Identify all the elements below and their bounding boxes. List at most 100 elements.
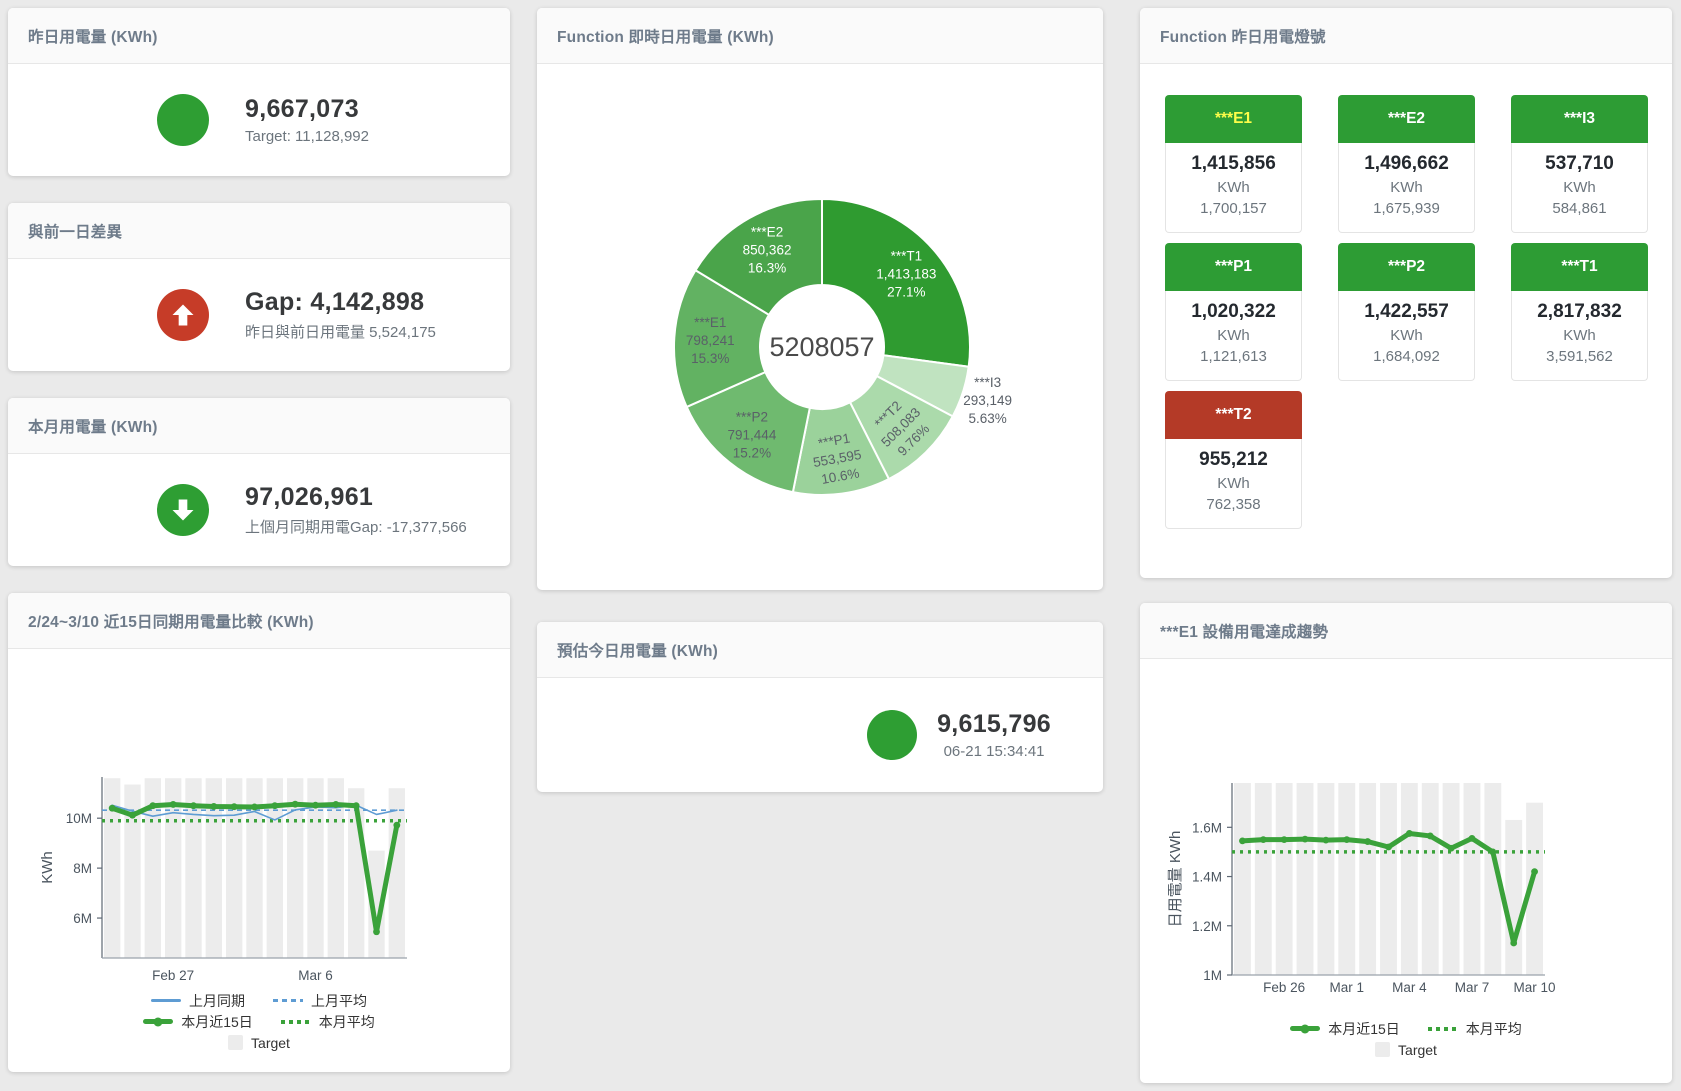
kpi-value: 9,667,073 [245, 95, 369, 124]
target-bar[interactable] [1297, 783, 1314, 975]
realtime-donut-chart[interactable]: ***T11,413,18327.1%***I3293,1495.63%***T… [537, 64, 1103, 590]
data-point[interactable] [353, 802, 360, 809]
data-point[interactable] [210, 803, 217, 810]
light-tile-E2[interactable]: ***E21,496,662KWh1,675,939 [1338, 95, 1475, 233]
data-point[interactable] [373, 928, 380, 935]
tile-target: 762,358 [1166, 494, 1301, 515]
data-point[interactable] [271, 802, 278, 809]
legend-label: 本月近15日 [1328, 1019, 1400, 1039]
data-point[interactable] [332, 801, 339, 808]
target-bar[interactable] [1276, 783, 1293, 975]
svg-text:15.3%: 15.3% [691, 351, 729, 366]
data-point[interactable] [1385, 844, 1392, 851]
light-signal-tiles: ***E11,415,856KWh1,700,157 ***E21,496,662… [1165, 95, 1648, 529]
kpi-value: 9,615,796 [937, 710, 1051, 739]
tile-value: 1,496,662 [1339, 151, 1474, 177]
target-bar[interactable] [1338, 783, 1355, 975]
data-point[interactable] [1469, 835, 1476, 842]
legend-swatch-dashed [273, 999, 303, 1002]
card-month-usage: 本月用電量 (KWh) 97,026,961 上個月同期用電Gap: -17,3… [8, 398, 510, 566]
svg-text:850,362: 850,362 [743, 242, 792, 257]
legend-item[interactable]: 本月平均 [1428, 1019, 1522, 1039]
legend-swatch-thick [1290, 1026, 1320, 1031]
card-header: 昨日用電量 (KWh) [8, 8, 510, 64]
data-point[interactable] [1406, 830, 1413, 837]
legend-item[interactable]: 本月近15日 [143, 1012, 253, 1032]
legend-label: 本月平均 [319, 1012, 375, 1032]
data-point[interactable] [251, 804, 258, 811]
data-point[interactable] [1323, 837, 1330, 844]
tile-value: 1,415,856 [1166, 151, 1301, 177]
light-tile-T1[interactable]: ***T12,817,832KWh3,591,562 [1511, 243, 1648, 381]
data-point[interactable] [109, 805, 116, 812]
data-point[interactable] [292, 801, 299, 808]
card-header: 2/24~3/10 近15日同期用電量比較 (KWh) [8, 593, 510, 649]
legend-item[interactable]: Target [228, 1035, 290, 1051]
data-point[interactable] [1239, 837, 1246, 844]
data-point[interactable] [129, 812, 136, 819]
data-point[interactable] [190, 802, 197, 809]
tile-header: ***T1 [1511, 243, 1648, 291]
target-bar[interactable] [389, 788, 405, 958]
kpi-value: 97,026,961 [245, 483, 467, 512]
target-bar[interactable] [1359, 783, 1376, 975]
data-point[interactable] [1281, 836, 1288, 843]
tile-body: 1,422,557KWh1,684,092 [1338, 291, 1475, 381]
tile-header: ***P2 [1338, 243, 1475, 291]
data-point[interactable] [149, 802, 156, 809]
kpi-row: 9,615,796 06-21 15:34:41 [537, 678, 1103, 792]
data-point[interactable] [312, 802, 319, 809]
data-point[interactable] [231, 803, 238, 810]
tile-unit: KWh [1512, 177, 1647, 198]
legend-item[interactable]: 上月同期 [151, 991, 245, 1011]
light-tile-P2[interactable]: ***P21,422,557KWh1,684,092 [1338, 243, 1475, 381]
data-point[interactable] [1427, 833, 1434, 840]
svg-text:***E2: ***E2 [751, 224, 783, 239]
data-point[interactable] [1531, 868, 1538, 875]
target-bar[interactable] [1255, 783, 1272, 975]
tile-body: 1,496,662KWh1,675,939 [1338, 143, 1475, 233]
y-axis-label: 日用電量 KWh [1167, 831, 1184, 928]
target-bar[interactable] [1422, 783, 1439, 975]
tile-body: 955,212KWh762,358 [1165, 439, 1302, 529]
status-circle-icon [867, 710, 917, 760]
legend-item[interactable]: 上月平均 [273, 991, 367, 1011]
compare-line-chart[interactable]: 6M8M10MFeb 27Mar 6KWh [8, 649, 510, 1009]
tile-unit: KWh [1512, 325, 1647, 346]
light-tile-T2[interactable]: ***T2955,212KWh762,358 [1165, 391, 1302, 529]
tile-header: ***I3 [1511, 95, 1648, 143]
legend-item[interactable]: 本月平均 [281, 1012, 375, 1032]
e1-trend-line-chart[interactable]: 1M1.2M1.4M1.6MFeb 26Mar 1Mar 4Mar 7Mar 1… [1140, 659, 1672, 1029]
data-point[interactable] [1364, 838, 1371, 845]
target-bar[interactable] [1443, 783, 1460, 975]
target-bar[interactable] [1317, 783, 1334, 975]
kpi-subtext: Target: 11,128,992 [245, 128, 369, 145]
legend-label: 本月近15日 [181, 1012, 253, 1032]
target-bar[interactable] [1380, 783, 1397, 975]
data-point[interactable] [1302, 836, 1309, 843]
data-point[interactable] [1448, 845, 1455, 852]
tile-unit: KWh [1166, 177, 1301, 198]
kpi-value: Gap: 4,142,898 [245, 288, 436, 317]
data-point[interactable] [170, 801, 177, 808]
legend-item[interactable]: 本月近15日 [1290, 1019, 1400, 1039]
data-point[interactable] [1510, 940, 1517, 947]
target-bar[interactable] [1505, 820, 1522, 975]
x-tick-label: Feb 27 [152, 968, 194, 983]
light-tile-I3[interactable]: ***I3537,710KWh584,861 [1511, 95, 1648, 233]
tile-target: 1,121,613 [1166, 346, 1301, 367]
target-bar[interactable] [1234, 783, 1251, 975]
data-point[interactable] [1260, 836, 1267, 843]
data-point[interactable] [1489, 849, 1496, 856]
light-tile-E1[interactable]: ***E11,415,856KWh1,700,157 [1165, 95, 1302, 233]
target-bar[interactable] [1464, 783, 1481, 975]
data-point[interactable] [393, 822, 400, 829]
light-tile-P1[interactable]: ***P11,020,322KWh1,121,613 [1165, 243, 1302, 381]
tile-body: 1,020,322KWh1,121,613 [1165, 291, 1302, 381]
legend-swatch-square [228, 1035, 243, 1050]
svg-text:***T1: ***T1 [891, 248, 923, 263]
data-point[interactable] [1343, 836, 1350, 843]
donut-center-value: 5208057 [769, 332, 874, 362]
target-bar[interactable] [1401, 783, 1418, 975]
legend-item[interactable]: Target [1375, 1042, 1437, 1058]
